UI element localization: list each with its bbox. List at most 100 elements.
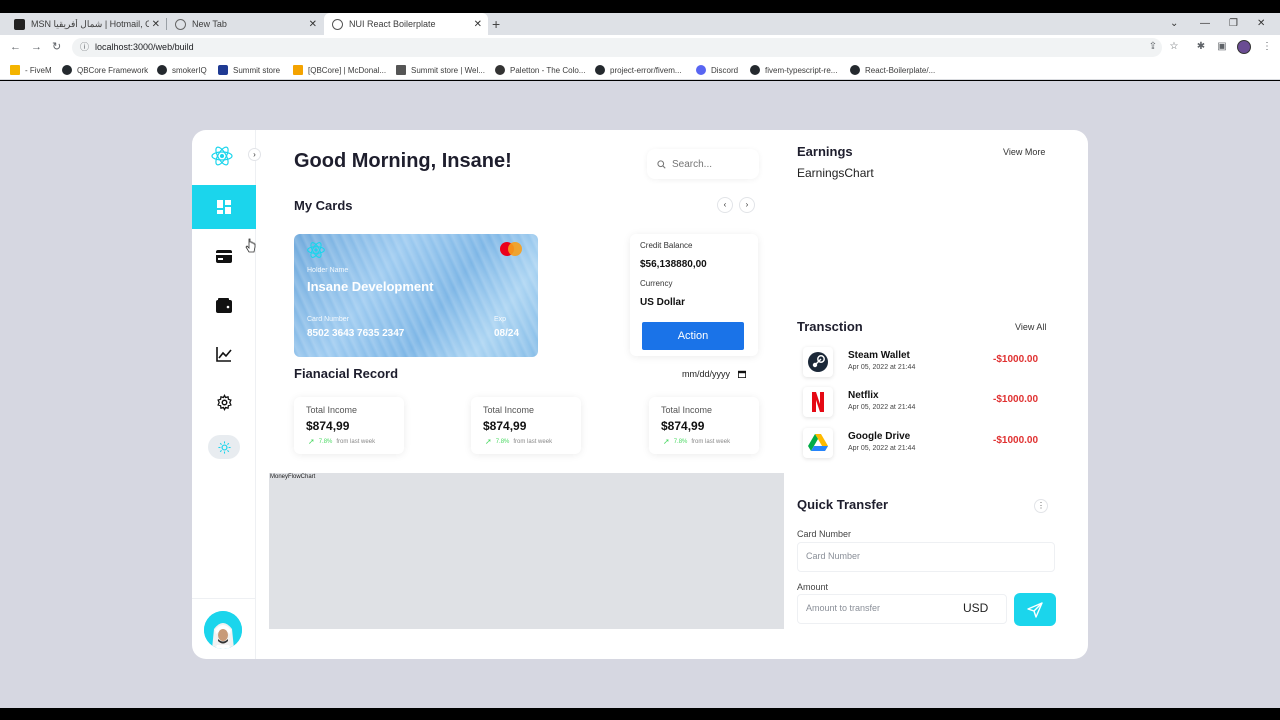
card-number-label: Card Number xyxy=(797,529,852,539)
earnings-view-more-link[interactable]: View More xyxy=(1003,147,1045,157)
bookmarks-bar: - FiveM QBCore Framework smokerIQ Summit… xyxy=(0,60,1280,80)
bookmark-item[interactable]: Summit store xyxy=(218,60,280,80)
search-input[interactable] xyxy=(672,158,752,170)
calendar-icon[interactable] xyxy=(738,370,747,378)
tab-nui-react-boilerplate[interactable]: NUI React Boilerplate ✕ xyxy=(324,13,488,35)
window-close-icon[interactable]: ✕ xyxy=(1257,13,1265,35)
transaction-name: Netflix xyxy=(848,390,879,401)
bookmark-item[interactable]: - FiveM xyxy=(10,60,52,80)
tab-search-icon[interactable]: ⌄ xyxy=(1170,13,1178,35)
bookmark-item[interactable]: smokerIQ xyxy=(157,60,207,80)
sidebar-item-analytics[interactable] xyxy=(192,332,256,376)
url-field[interactable]: ⓘ localhost:3000/web/build xyxy=(72,38,1162,57)
sidepanel-icon[interactable]: ▣ xyxy=(1215,39,1229,55)
card-number-field[interactable] xyxy=(797,542,1055,572)
share-icon[interactable]: ⇪ xyxy=(1146,39,1160,55)
tab-title: MSN شمال أفريقيا | Hotmail, Outl xyxy=(31,18,149,29)
new-tab-button[interactable]: + xyxy=(492,13,500,35)
bookmark-label: Summit store xyxy=(233,65,281,75)
top-black-bar xyxy=(0,0,1280,13)
income-trend: ➚ 7.8% from last week xyxy=(663,437,730,446)
github-icon xyxy=(157,65,167,75)
dashboard-icon xyxy=(217,200,231,214)
income-value: $874,99 xyxy=(306,419,350,433)
sidebar-item-wallet[interactable] xyxy=(192,283,256,327)
amount-input[interactable] xyxy=(806,603,946,613)
forward-icon[interactable]: → xyxy=(31,35,42,60)
bookmark-label: QBCore Framework xyxy=(77,65,149,75)
credit-card-icon xyxy=(216,249,232,263)
action-button[interactable]: Action xyxy=(642,322,744,350)
income-value: $874,99 xyxy=(661,419,705,433)
close-icon[interactable]: ✕ xyxy=(474,19,482,30)
card-exp: 08/24 xyxy=(494,328,520,339)
bookmark-item[interactable]: Summit store | Wel... xyxy=(396,60,485,80)
avatar[interactable] xyxy=(204,611,242,649)
transaction-row[interactable]: Google Drive Apr 05, 2022 at 21:44 -$100… xyxy=(797,426,1057,460)
income-note: from last week xyxy=(336,438,376,445)
bookmark-label: fivem-typescript-re... xyxy=(765,65,838,75)
profile-avatar[interactable] xyxy=(1237,40,1251,54)
moneyflow-chart-placeholder: MoneyFlowChart xyxy=(269,473,784,629)
bank-card[interactable]: Holder Name Insane Development Card Numb… xyxy=(294,234,538,357)
minimize-icon[interactable]: — xyxy=(1200,13,1210,35)
folder-icon xyxy=(10,65,20,75)
arrow-up-right-icon: ➚ xyxy=(485,437,492,446)
bookmark-label: project-error/fivem... xyxy=(610,65,682,75)
reload-icon[interactable]: ↻ xyxy=(52,35,61,60)
bookmark-star-icon[interactable]: ☆ xyxy=(1167,39,1181,55)
sidebar-item-dashboard[interactable] xyxy=(192,185,256,229)
transaction-row[interactable]: Steam Wallet Apr 05, 2022 at 21:44 -$100… xyxy=(797,345,1057,379)
bookmark-item[interactable]: project-error/fivem... xyxy=(595,60,682,80)
transaction-row[interactable]: Netflix Apr 05, 2022 at 21:44 -$1000.00 xyxy=(797,385,1057,419)
cards-prev-button[interactable]: ‹ xyxy=(717,197,733,213)
back-icon[interactable]: ← xyxy=(10,35,21,60)
mastercard-icon xyxy=(500,242,522,256)
tab-new-tab[interactable]: New Tab ✕ xyxy=(167,13,323,35)
search-box[interactable] xyxy=(647,149,759,179)
card-number-input[interactable] xyxy=(806,551,946,561)
theme-toggle[interactable] xyxy=(208,435,240,459)
bookmark-item[interactable]: fivem-typescript-re... xyxy=(750,60,837,80)
qbcore-icon xyxy=(293,65,303,75)
bookmark-label: Paletton - The Colo... xyxy=(510,65,586,75)
more-vertical-icon: ⋮ xyxy=(1037,501,1045,510)
bookmark-item[interactable]: Discord xyxy=(696,60,738,80)
sidebar-item-settings[interactable] xyxy=(192,380,256,424)
income-pct: 7.8% xyxy=(495,438,510,445)
discord-icon xyxy=(696,65,706,75)
card-holder-label: Holder Name xyxy=(307,267,349,274)
menu-kebab-icon[interactable]: ⋮ xyxy=(1260,39,1274,55)
date-placeholder: mm/dd/yyyy xyxy=(682,369,731,379)
credit-balance-panel: Credit Balance $56,138880,00 Currency US… xyxy=(630,234,758,356)
send-icon xyxy=(1027,601,1043,618)
income-card: Total Income $874,99 ➚ 7.8% from last we… xyxy=(471,397,581,454)
bookmark-item[interactable]: React-Boilerplate/... xyxy=(850,60,935,80)
quick-transfer-menu-button[interactable]: ⋮ xyxy=(1034,499,1048,513)
currency-label: Currency xyxy=(640,279,673,288)
address-bar-row: ← → ↻ ⓘ localhost:3000/web/build ⇪ ☆ ✱ ▣ … xyxy=(0,35,1280,60)
bookmark-item[interactable]: Paletton - The Colo... xyxy=(495,60,585,80)
bookmark-label: Summit store | Wel... xyxy=(411,65,485,75)
msn-favicon-icon xyxy=(14,18,25,30)
bookmark-item[interactable]: [QBCore] | McDonal... xyxy=(293,60,386,80)
sidebar-collapse-button[interactable]: › xyxy=(248,148,261,161)
date-picker[interactable]: mm/dd/yyyy xyxy=(682,369,747,379)
transactions-view-all-link[interactable]: View All xyxy=(1015,322,1046,332)
extensions-icon[interactable]: ✱ xyxy=(1194,39,1208,55)
restore-icon[interactable]: ❐ xyxy=(1229,13,1238,35)
user-avatar-image xyxy=(204,611,242,649)
close-icon[interactable]: ✕ xyxy=(152,19,160,30)
gear-icon xyxy=(216,393,232,411)
tab-msn[interactable]: MSN شمال أفريقيا | Hotmail, Outl ✕ xyxy=(6,13,166,35)
bookmark-item[interactable]: QBCore Framework xyxy=(62,60,148,80)
cards-next-button[interactable]: › xyxy=(739,197,755,213)
card-number: 8502 3643 7635 2347 xyxy=(307,328,405,339)
chevron-right-icon: › xyxy=(745,200,749,209)
sun-icon xyxy=(217,440,231,454)
income-note: from last week xyxy=(513,438,553,445)
income-title: Total Income xyxy=(661,405,713,415)
close-icon[interactable]: ✕ xyxy=(309,19,317,30)
github-icon xyxy=(750,65,760,75)
send-transfer-button[interactable] xyxy=(1014,593,1056,626)
